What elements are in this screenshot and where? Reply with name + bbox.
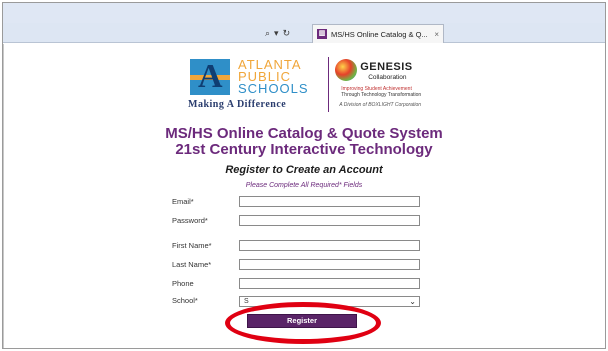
header-logos: A ATLANTA PUBLIC SCHOOLS Making A Differ…: [186, 57, 430, 112]
search-icon[interactable]: ⌕: [265, 28, 270, 39]
last-name-label: Last Name*: [172, 260, 212, 269]
first-name-label: First Name*: [172, 241, 212, 250]
refresh-icon[interactable]: ↻: [283, 28, 291, 39]
email-field[interactable]: [239, 196, 420, 207]
genesis-title: GENESIS: [360, 61, 413, 73]
last-name-field[interactable]: [239, 259, 420, 270]
tab-catalog[interactable]: ▥ MS/HS Online Catalog & Q... ×: [312, 24, 444, 43]
phone-field[interactable]: [239, 278, 420, 289]
form-heading: Register to Create an Account: [225, 164, 383, 176]
page-left-border: [3, 44, 4, 348]
email-label: Email*: [172, 197, 194, 206]
chevron-down-icon: ⌄: [409, 297, 416, 306]
close-tab-icon[interactable]: ×: [434, 30, 439, 39]
first-name-field[interactable]: [239, 240, 420, 251]
browser-chrome: ⌕ ▾ ↻ ▥ MS/HS Online Catalog & Q... ×: [3, 3, 605, 43]
page-content: A ATLANTA PUBLIC SCHOOLS Making A Differ…: [3, 44, 605, 348]
genesis-line-3: A Division of BOXLIGHT Corporation: [339, 102, 422, 108]
browser-window: ⌕ ▾ ↻ ▥ MS/HS Online Catalog & Q... × A …: [2, 2, 606, 349]
password-label: Password*: [172, 216, 208, 225]
aps-tagline: Making A Difference: [188, 99, 287, 110]
site-favicon-icon: ▥: [317, 29, 327, 39]
school-label: School*: [172, 296, 198, 305]
genesis-line-2: Through Technology Transformation: [341, 92, 422, 98]
password-field[interactable]: [239, 215, 420, 226]
aps-word-3: SCHOOLS: [238, 81, 309, 96]
school-select-value: S: [244, 298, 249, 305]
aps-a-mark: A: [190, 59, 230, 95]
highlight-circle: [225, 302, 381, 344]
phone-label: Phone: [172, 279, 194, 288]
genesis-logo: GENESIS Collaboration Improving Student …: [333, 57, 430, 112]
genesis-subtitle: Collaboration: [368, 74, 407, 81]
aps-wordmark: ATLANTA PUBLIC SCHOOLS: [238, 58, 309, 96]
logo-divider: [328, 57, 330, 112]
title-bar: [3, 3, 605, 23]
address-bar-controls: ⌕ ▾ ↻: [265, 26, 309, 40]
page-subtitle: 21st Century Interactive Technology: [175, 141, 433, 158]
genesis-globe-icon: [335, 59, 358, 81]
required-note: Please Complete All Required* Fields: [245, 182, 363, 189]
tab-title: MS/HS Online Catalog & Q...: [331, 29, 428, 39]
page-title: MS/HS Online Catalog & Quote System: [165, 125, 443, 142]
dropdown-icon[interactable]: ▾: [274, 28, 279, 39]
aps-logo: A ATLANTA PUBLIC SCHOOLS Making A Differ…: [186, 57, 324, 112]
